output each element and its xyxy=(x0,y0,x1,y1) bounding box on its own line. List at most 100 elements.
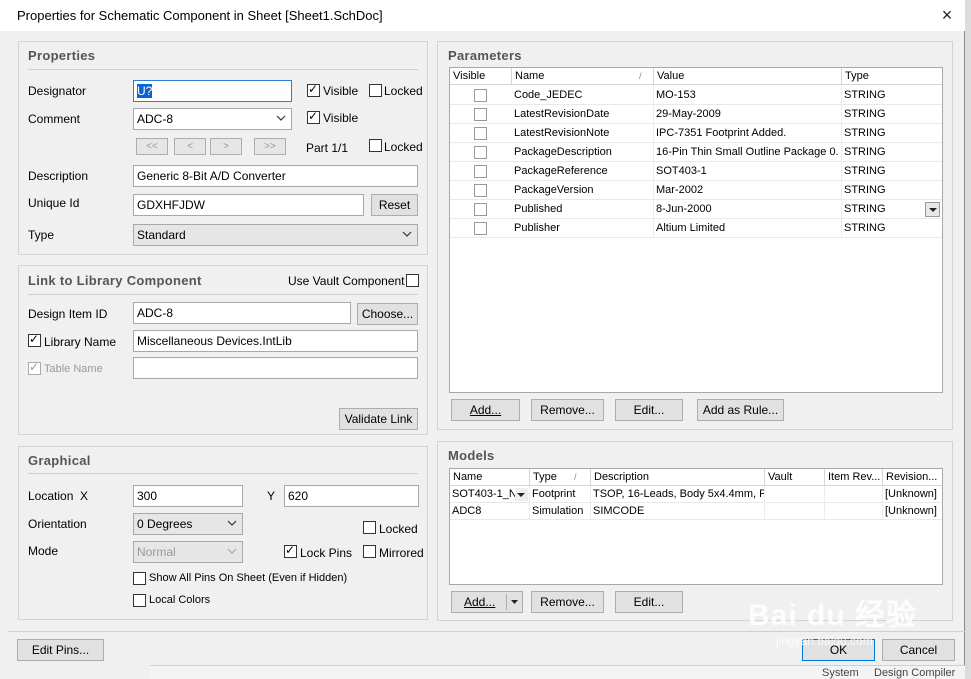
local-colors-checkbox[interactable] xyxy=(133,594,146,607)
next-part-button[interactable]: > xyxy=(210,138,242,155)
parameter-row[interactable]: PackageVersion Mar-2002 STRING xyxy=(450,181,942,200)
column-header-name[interactable]: Name xyxy=(512,68,654,85)
parameter-row[interactable]: PackageReference SOT403-1 STRING xyxy=(450,162,942,181)
comment-visible-checkbox[interactable] xyxy=(307,109,320,124)
library-name-checkbox[interactable] xyxy=(28,332,41,347)
column-header-name[interactable]: Name xyxy=(450,469,530,486)
table-name-checkbox[interactable] xyxy=(28,360,41,375)
column-header-revision[interactable]: Revision... xyxy=(883,469,942,486)
dropdown-arrow-icon[interactable] xyxy=(510,598,519,606)
parameter-add-button[interactable]: Add... xyxy=(451,399,520,421)
model-vault xyxy=(765,486,825,503)
location-label: Location xyxy=(28,489,74,503)
reset-button[interactable]: Reset xyxy=(371,194,418,216)
model-row[interactable]: ADC8 Simulation SIMCODE [Unknown] xyxy=(450,503,942,520)
type-label: Type xyxy=(28,228,55,242)
parameter-row[interactable]: LatestRevisionDate 29-May-2009 STRING xyxy=(450,105,942,124)
parameter-row[interactable]: Publisher Altium Limited STRING xyxy=(450,219,942,238)
parameter-value: 16-Pin Thin Small Outline Package 0. xyxy=(654,143,842,162)
parameter-remove-label: Remove... xyxy=(540,403,595,417)
location-y-input[interactable]: 620 xyxy=(284,485,419,507)
parameter-row[interactable]: LatestRevisionNote IPC-7351 Footprint Add… xyxy=(450,124,942,143)
model-remove-button[interactable]: Remove... xyxy=(531,591,604,613)
column-header-value[interactable]: Value xyxy=(654,68,842,85)
parameter-visible-checkbox[interactable] xyxy=(474,146,487,159)
row-divider xyxy=(450,519,942,520)
orientation-combo[interactable]: 0 Degrees xyxy=(133,513,243,535)
part-locked-checkbox[interactable] xyxy=(369,139,382,152)
column-header-description[interactable]: Description xyxy=(591,469,765,486)
model-add-button[interactable]: Add... xyxy=(451,591,523,613)
previous-part-button[interactable]: < xyxy=(174,138,206,155)
parameter-visible-checkbox[interactable] xyxy=(474,165,487,178)
choose-button[interactable]: Choose... xyxy=(357,303,418,325)
designator-locked-checkbox[interactable] xyxy=(369,84,382,97)
first-part-button[interactable]: << xyxy=(136,138,168,155)
cancel-button[interactable]: Cancel xyxy=(882,639,955,661)
parameter-row[interactable]: PackageDescription 16-Pin Thin Small Outl… xyxy=(450,143,942,162)
parameter-type: STRING xyxy=(844,184,886,196)
type-combo[interactable]: Standard xyxy=(133,224,418,246)
designator-input[interactable]: U? xyxy=(133,80,292,102)
last-part-button[interactable]: >> xyxy=(254,138,286,155)
parameter-visible-checkbox[interactable] xyxy=(474,184,487,197)
model-row[interactable]: SOT403-1_N Footprint TSOP, 16-Leads, Body … xyxy=(450,486,942,503)
close-button[interactable]: × xyxy=(933,4,961,28)
baidu-watermark: Bai du 经验 xyxy=(748,599,918,632)
parameter-row[interactable]: Code_JEDEC MO-153 STRING xyxy=(450,86,942,105)
orientation-label: Orientation xyxy=(28,517,87,531)
baidu-watermark-url: jingyan.baidu.com xyxy=(776,634,873,648)
unique-id-label: Unique Id xyxy=(28,196,80,210)
status-system-tab[interactable]: System xyxy=(822,667,859,679)
column-header-visible[interactable]: Visible xyxy=(450,68,512,85)
column-header-type[interactable]: Type xyxy=(530,469,591,486)
parameter-visible-checkbox[interactable] xyxy=(474,108,487,121)
properties-group: Properties Designator U? Visible Locked … xyxy=(18,41,428,255)
column-header-item-revision[interactable]: Item Rev... xyxy=(825,469,883,486)
library-name-input[interactable]: Miscellaneous Devices.IntLib xyxy=(133,330,418,352)
type-dropdown-button[interactable] xyxy=(925,202,940,217)
edit-pins-button[interactable]: Edit Pins... xyxy=(17,639,104,661)
divider xyxy=(28,294,418,295)
add-as-rule-button[interactable]: Add as Rule... xyxy=(697,399,784,421)
parameter-name: LatestRevisionNote xyxy=(512,124,654,143)
mirrored-checkbox[interactable] xyxy=(363,545,376,558)
validate-link-button[interactable]: Validate Link xyxy=(339,408,418,430)
parameter-name: PackageDescription xyxy=(512,143,654,162)
parameter-visible-checkbox[interactable] xyxy=(474,222,487,235)
location-x-label: X xyxy=(80,489,89,503)
parameter-visible-checkbox[interactable] xyxy=(474,127,487,140)
library-link-group-title: Link to Library Component xyxy=(28,273,202,288)
location-y-label: Y xyxy=(267,489,276,503)
chevron-down-icon xyxy=(227,520,237,526)
use-vault-checkbox[interactable] xyxy=(406,274,419,287)
show-all-pins-checkbox[interactable] xyxy=(133,572,146,585)
parameter-edit-button[interactable]: Edit... xyxy=(615,399,683,421)
parameter-visible-checkbox[interactable] xyxy=(474,203,487,216)
graphical-locked-checkbox[interactable] xyxy=(363,521,376,534)
model-type: Footprint xyxy=(530,486,591,503)
design-item-input[interactable]: ADC-8 xyxy=(133,302,351,324)
properties-dialog: Properties for Schematic Component in Sh… xyxy=(0,0,965,679)
parameter-visible-checkbox[interactable] xyxy=(474,89,487,102)
parameters-group: Parameters Visible Name / Value Type Cod… xyxy=(437,41,953,430)
designator-visible-checkbox[interactable] xyxy=(307,82,320,97)
parameter-row[interactable]: Published 8-Jun-2000 STRING xyxy=(450,200,942,219)
column-header-vault[interactable]: Vault xyxy=(765,469,825,486)
lock-pins-checkbox[interactable] xyxy=(284,543,297,558)
table-name-input[interactable] xyxy=(133,357,418,379)
parameter-remove-button[interactable]: Remove... xyxy=(531,399,604,421)
mode-combo[interactable]: Normal xyxy=(133,541,243,563)
dropdown-arrow-icon xyxy=(517,493,525,497)
status-design-compiler-tab[interactable]: Design Compiler xyxy=(874,667,955,679)
location-x-input[interactable]: 300 xyxy=(133,485,243,507)
unique-id-input[interactable]: GDXHFJDW xyxy=(133,194,364,216)
model-name-dropdown[interactable] xyxy=(515,488,528,501)
model-remove-label: Remove... xyxy=(540,595,595,609)
comment-combo[interactable]: ADC-8 xyxy=(133,108,292,130)
designator-label: Designator xyxy=(28,84,87,98)
description-input[interactable]: Generic 8-Bit A/D Converter xyxy=(133,165,418,187)
column-header-type[interactable]: Type xyxy=(842,68,942,85)
parameter-value: 8-Jun-2000 xyxy=(654,200,842,219)
model-edit-button[interactable]: Edit... xyxy=(615,591,683,613)
